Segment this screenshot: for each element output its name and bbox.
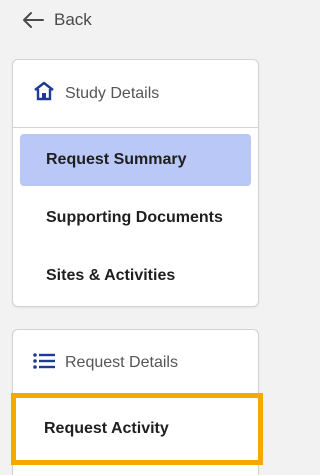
list-icon [33, 352, 55, 374]
study-details-card: Study Details Request Summary Supporting… [12, 59, 259, 307]
nav-item-request-activity[interactable]: Request Activity [11, 393, 263, 465]
arrow-left-icon [22, 11, 44, 29]
back-link[interactable]: Back [22, 10, 92, 30]
home-icon [33, 81, 55, 106]
study-details-title: Study Details [65, 84, 160, 102]
study-details-header: Study Details [13, 60, 258, 128]
nav-item-request-summary[interactable]: Request Summary [20, 134, 251, 186]
nav-item-supporting-documents[interactable]: Supporting Documents [20, 192, 251, 244]
nav-item-sites-activities[interactable]: Sites & Activities [20, 250, 251, 302]
request-details-title: Request Details [65, 354, 178, 371]
request-details-header: Request Details [13, 330, 258, 396]
back-label: Back [54, 10, 92, 29]
